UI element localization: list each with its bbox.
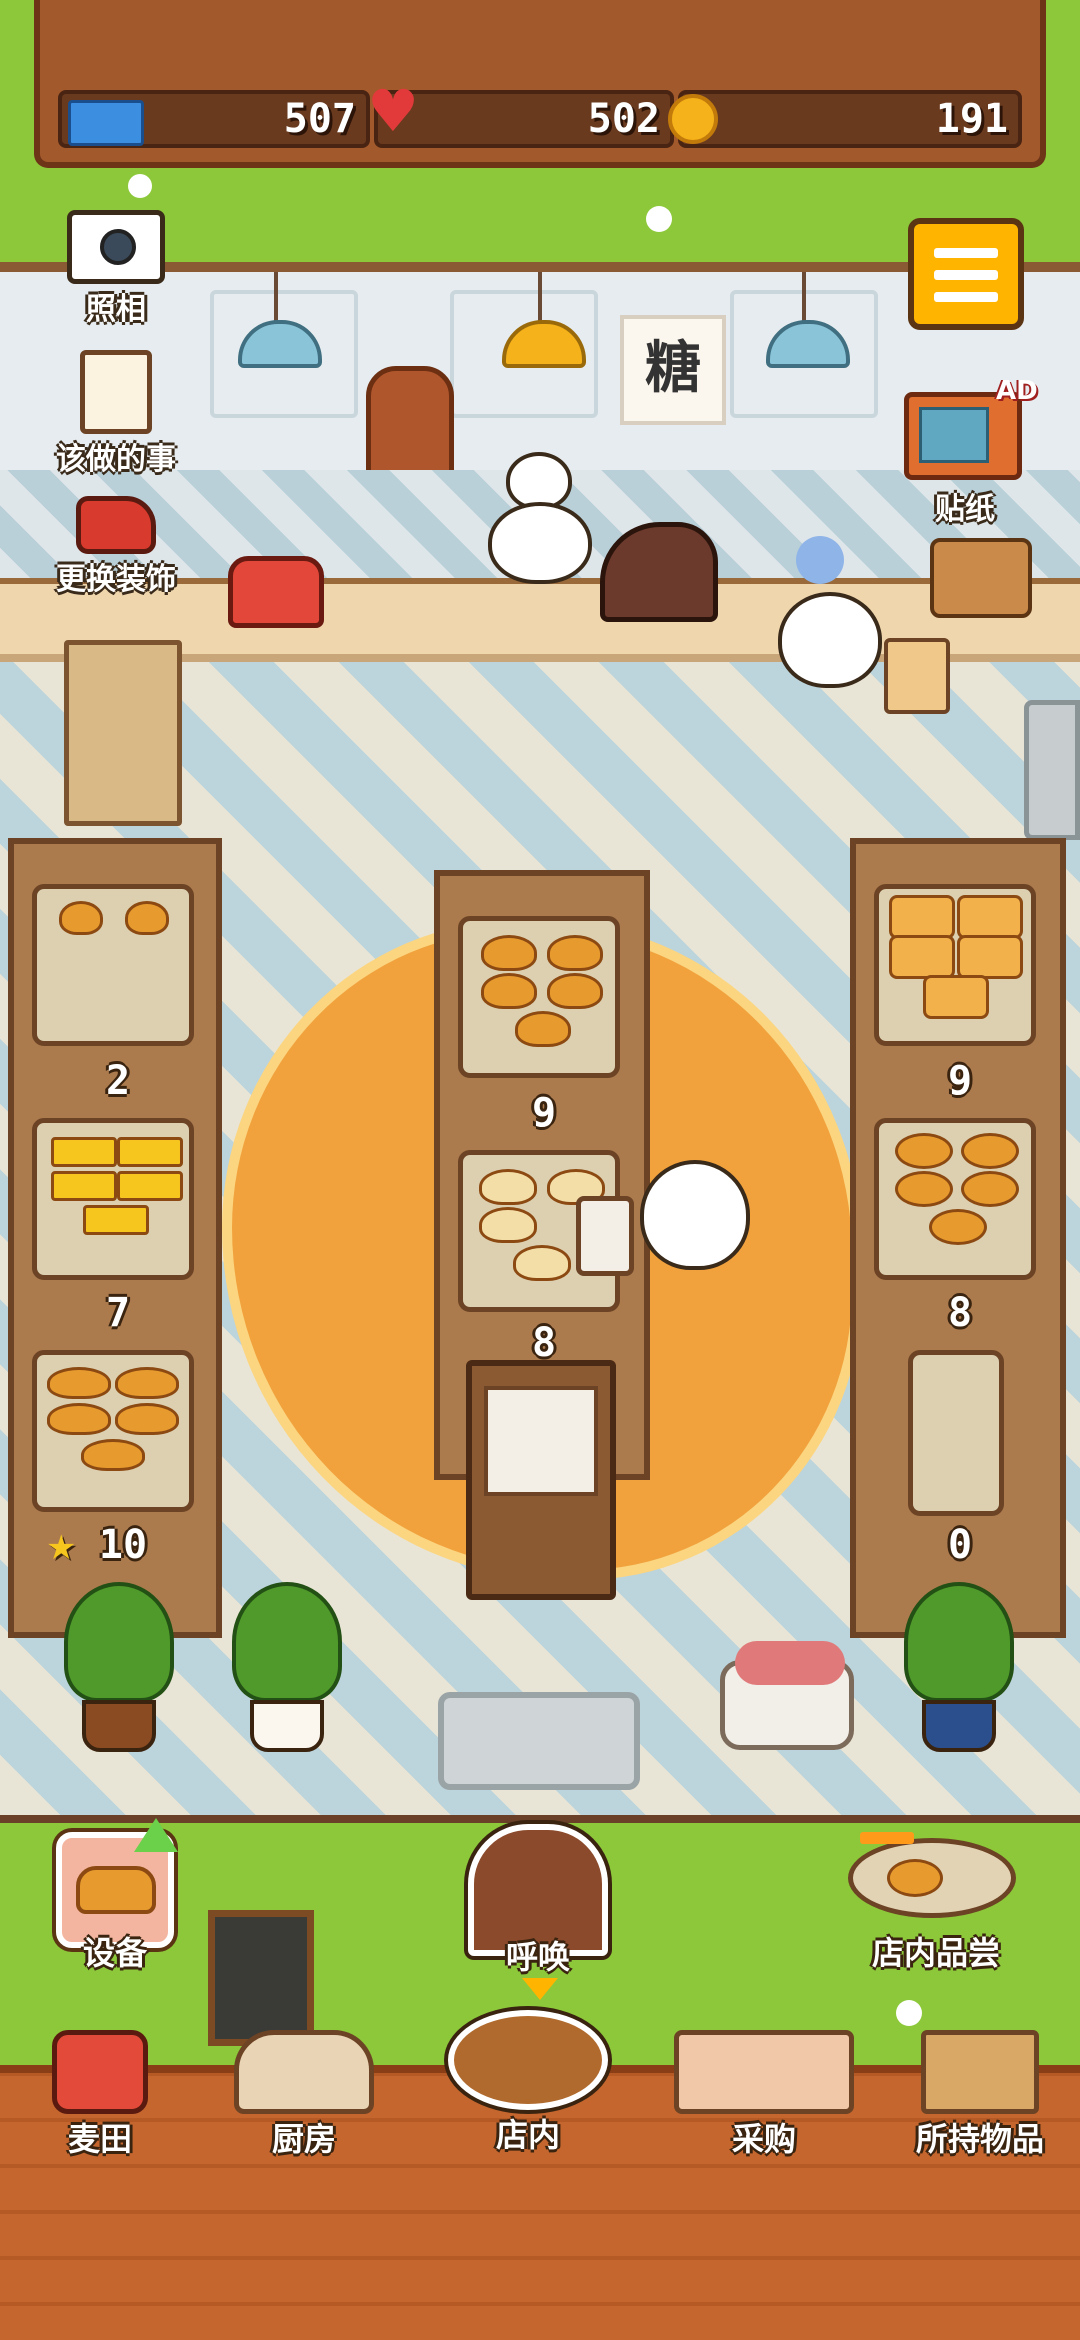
plant-pot [250, 1700, 324, 1752]
clerk-creature[interactable] [640, 1160, 750, 1270]
camera-icon [67, 210, 165, 284]
chalkboard-menu[interactable] [208, 1910, 314, 2046]
jars-icon [930, 538, 1032, 618]
left-tray-3-count: 10 [98, 1522, 148, 1568]
coin-value: 191 [935, 96, 1008, 142]
lamp-cord [538, 272, 542, 322]
bread-basket-icon [448, 2010, 608, 2110]
ad-badge: AD [996, 376, 1038, 406]
heart-icon: ♥ [367, 77, 419, 145]
ticket-counter: 507 [58, 90, 370, 148]
coin-icon [668, 94, 718, 144]
nav-store-label: 店内 [495, 2116, 560, 2154]
ticket-icon [68, 100, 144, 146]
flower-vase-icon [796, 536, 844, 584]
right-tray-1-count: 9 [947, 1058, 973, 1104]
lamp-cord [802, 272, 806, 322]
cardboard-box-icon [64, 640, 182, 826]
box-icon [921, 2030, 1039, 2114]
nav-field[interactable]: 麦田 [30, 2030, 170, 2160]
customer-creature[interactable] [778, 592, 882, 688]
tray-card-icon [576, 1196, 634, 1276]
baker-creature[interactable] [488, 502, 592, 584]
resource-hud: 507 502 ♥ 191 [34, 0, 1046, 168]
equipment-label: 设备 [82, 1934, 147, 1972]
star-icon: ★ [46, 1528, 77, 1568]
left-tray-2[interactable] [32, 1118, 194, 1280]
potted-plant-icon [64, 1582, 174, 1702]
todo-label: 该做的事 [56, 442, 176, 477]
equipment-label-wrap: 设备 [40, 1928, 190, 1974]
decor-label: 更换装饰 [56, 562, 176, 597]
nav-inventory[interactable]: 所持物品 [890, 2030, 1070, 2160]
telephone-icon[interactable] [228, 556, 324, 628]
camera-label: 照相 [86, 292, 146, 327]
arrow-right-icon [860, 1832, 914, 1844]
call-label-wrap: 呼唤 [468, 1932, 608, 1978]
plant-pot [82, 1700, 156, 1752]
potted-plant-icon [904, 1582, 1014, 1702]
left-tray-3[interactable] [32, 1350, 194, 1512]
bread-basket-icon [884, 638, 950, 714]
left-tray-1-count: 2 [105, 1058, 131, 1104]
nav-purchase-label: 采购 [731, 2120, 796, 2158]
sticker-label: 贴纸 [935, 492, 995, 527]
flower-icon [896, 2000, 922, 2026]
right-tray-2[interactable] [874, 1118, 1036, 1280]
potted-plant-icon [232, 1582, 342, 1702]
nav-store[interactable]: 店内 [438, 2010, 618, 2156]
tasting-label: 店内品尝 [871, 1934, 1000, 1972]
side-door [1024, 700, 1080, 840]
goods-shelf-icon [674, 2030, 854, 2114]
camera-button[interactable]: 照相 [36, 210, 196, 328]
nav-purchase[interactable]: 采购 [664, 2030, 864, 2160]
decor-button[interactable]: 更换装饰 [36, 496, 196, 598]
upgrade-arrow-icon [134, 1818, 178, 1852]
clipboard-icon [80, 350, 152, 434]
tasting-label-wrap: 店内品尝 [846, 1928, 1026, 1974]
nav-inventory-label: 所持物品 [915, 2120, 1044, 2158]
right-tray-2-count: 8 [947, 1290, 973, 1336]
doormat [438, 1692, 640, 1790]
left-tray-1[interactable] [32, 884, 194, 1046]
forks-icon [484, 1386, 598, 1496]
current-location-marker-icon [522, 1978, 558, 2000]
lamp-cord [274, 272, 278, 322]
utensil-cabinet[interactable] [466, 1360, 616, 1600]
right-tray-3-count: 0 [947, 1522, 973, 1568]
right-tray-3[interactable] [908, 1350, 1004, 1516]
wall-sign: 糖 [620, 315, 726, 425]
tv-icon [919, 407, 989, 463]
heart-value: 502 [587, 96, 660, 142]
center-tray-1[interactable] [458, 916, 620, 1078]
call-label: 呼唤 [505, 1938, 570, 1976]
flower-icon [646, 206, 672, 232]
succulent-planter-icon [720, 1641, 854, 1750]
left-tray-2-count: 7 [105, 1290, 131, 1336]
bread-icon [76, 1866, 156, 1914]
wheat-bag-icon [52, 2030, 148, 2114]
nav-kitchen-label: 厨房 [271, 2120, 336, 2158]
ticket-value: 507 [283, 96, 356, 142]
tasting-plate-button[interactable] [848, 1838, 1016, 1918]
game-screen: 507 502 ♥ 191 糖 照相 该做的事 更换装饰 AD 贴纸 2 7 ★… [0, 0, 1080, 2340]
center-tray-1-count: 9 [531, 1090, 557, 1136]
paint-brush-icon [76, 496, 156, 554]
nav-kitchen[interactable]: 厨房 [214, 2030, 394, 2160]
main-menu-button[interactable] [908, 218, 1024, 330]
dough-icon [234, 2030, 374, 2114]
flower-icon [128, 174, 152, 198]
nav-field-label: 麦田 [67, 2120, 132, 2158]
plant-pot [922, 1700, 996, 1752]
todo-button[interactable]: 该做的事 [36, 350, 196, 478]
right-tray-1[interactable] [874, 884, 1036, 1046]
sticker-label-wrap: 贴纸 [890, 484, 1040, 528]
coin-counter: 191 [678, 90, 1022, 148]
